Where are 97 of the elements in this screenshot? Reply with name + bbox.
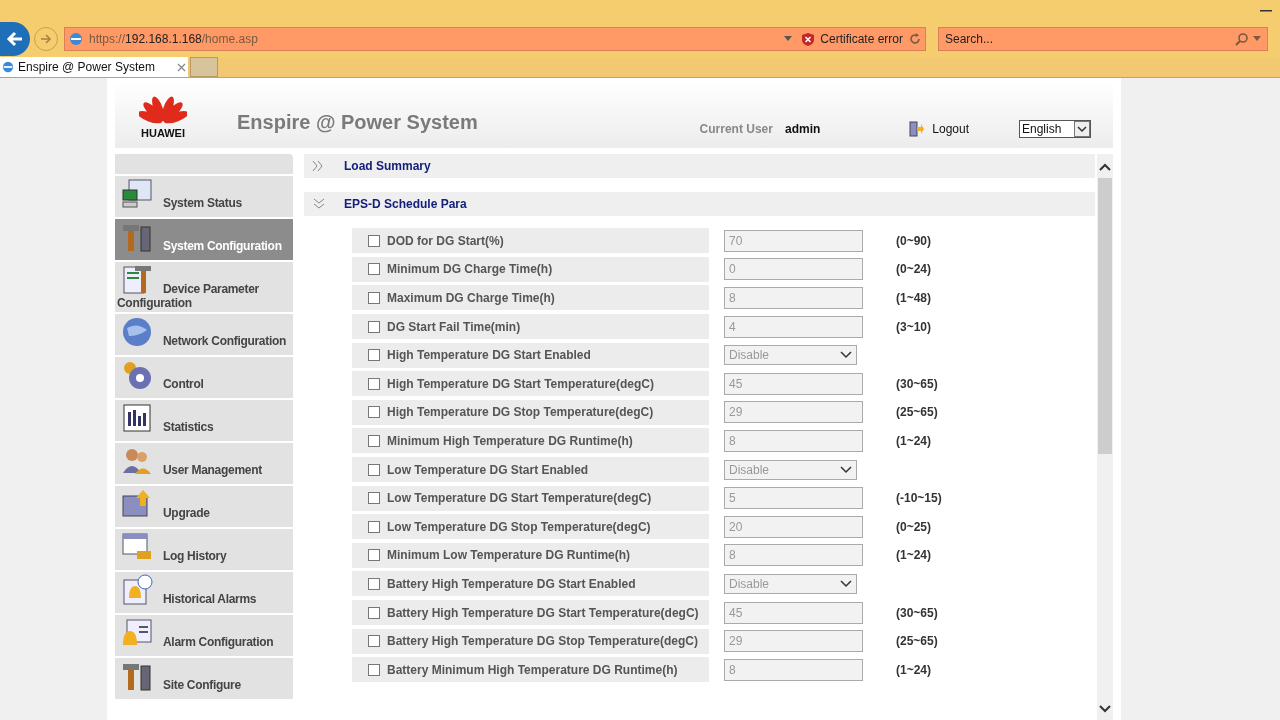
param-label: DG Start Fail Time(min) bbox=[387, 318, 521, 336]
app-title: Enspire @ Power System bbox=[237, 110, 478, 135]
dropdown-caret-icon[interactable] bbox=[784, 36, 793, 42]
current-user-label: Current User bbox=[699, 121, 773, 138]
search-field[interactable]: Search... bbox=[938, 27, 1268, 51]
sidebar-item[interactable]: Network Configuration bbox=[115, 314, 293, 355]
logo-text: HUAWEI bbox=[141, 127, 185, 139]
checkbox[interactable] bbox=[368, 377, 380, 390]
param-label: Low Temperature DG Stop Temperature(degC) bbox=[387, 518, 651, 536]
browser-tab[interactable]: Enspire @ Power System bbox=[0, 57, 188, 77]
param-label: Low Temperature DG Start Temperature(degC) bbox=[387, 490, 652, 508]
checkbox[interactable] bbox=[368, 406, 380, 419]
tab-title: Enspire @ Power System bbox=[18, 59, 156, 76]
search-icon[interactable] bbox=[1235, 32, 1249, 46]
param-range: (-10~15) bbox=[896, 490, 942, 508]
back-arrow-icon bbox=[5, 29, 25, 49]
checkbox[interactable] bbox=[368, 320, 380, 333]
param-range: (30~65) bbox=[896, 604, 938, 622]
scroll-down-icon[interactable] bbox=[1099, 704, 1111, 714]
checkbox[interactable] bbox=[368, 606, 380, 619]
param-label: Battery High Temperature DG Start Enabled bbox=[387, 575, 636, 593]
sidebar-item[interactable]: System Status bbox=[115, 176, 293, 217]
param-range: (25~65) bbox=[896, 633, 938, 651]
checkbox[interactable] bbox=[368, 549, 380, 562]
refresh-icon[interactable] bbox=[909, 33, 921, 45]
caret-icon bbox=[840, 579, 852, 588]
section-header[interactable]: EPS-D Schedule Para bbox=[304, 192, 1095, 216]
checkbox[interactable] bbox=[368, 635, 380, 648]
param-range: (0~90) bbox=[896, 232, 932, 250]
checkbox[interactable] bbox=[368, 463, 380, 476]
sidebar-item[interactable]: Device Parameter Configuration bbox=[115, 262, 293, 312]
logout-link[interactable]: Logout bbox=[932, 120, 969, 138]
bell-clock-icon bbox=[121, 574, 153, 606]
param-label: Minimum Low Temperature DG Runtime(h) bbox=[387, 547, 631, 565]
param-range: (25~65) bbox=[896, 404, 938, 422]
certificate-error-icon bbox=[802, 32, 815, 46]
sidebar-item[interactable]: Upgrade bbox=[115, 486, 293, 527]
dropdown-caret-icon bbox=[1074, 121, 1090, 137]
section-header[interactable]: Load Summary bbox=[304, 154, 1095, 178]
gear-icon bbox=[121, 359, 153, 391]
sidebar-item[interactable]: Historical Alarms bbox=[115, 572, 293, 613]
param-range: (3~10) bbox=[896, 318, 932, 336]
certificate-error-text[interactable]: Certificate error bbox=[820, 30, 903, 48]
checkbox[interactable] bbox=[368, 492, 380, 505]
chevrons-down-icon bbox=[312, 198, 326, 210]
forward-arrow-icon bbox=[39, 32, 53, 46]
sidebar-item[interactable]: Alarm Configuration bbox=[115, 615, 293, 656]
checkbox[interactable] bbox=[368, 263, 380, 276]
checkbox[interactable] bbox=[368, 292, 380, 304]
checkbox[interactable] bbox=[368, 663, 380, 676]
param-label: High Temperature DG Start Enabled bbox=[387, 347, 591, 365]
param-label: Low Temperature DG Start Enabled bbox=[387, 461, 589, 479]
back-button[interactable] bbox=[0, 22, 30, 56]
sidebar-item[interactable]: Site Configure bbox=[115, 658, 293, 699]
param-label: Maximum DG Charge Time(h) bbox=[387, 290, 555, 307]
dropdown-caret-icon[interactable] bbox=[1253, 36, 1261, 42]
sidebar-item[interactable]: Control bbox=[115, 357, 293, 398]
sidebar-item[interactable]: User Management bbox=[115, 443, 293, 484]
search-input[interactable]: Search... bbox=[945, 30, 1235, 48]
param-range: (1~24) bbox=[896, 547, 932, 565]
param-label: Battery High Temperature DG Stop Temperature(degC) bbox=[387, 633, 698, 651]
scrollbar-thumb[interactable] bbox=[1098, 178, 1112, 454]
address-text: https://192.168.1.168/home.asp bbox=[89, 31, 258, 48]
param-range: (0~25) bbox=[896, 518, 932, 536]
caret-icon bbox=[840, 351, 852, 360]
param-label: Minimum DG Charge Time(h) bbox=[387, 261, 553, 279]
param-label: High Temperature DG Stop Temperature(degC) bbox=[387, 404, 654, 422]
chart-icon bbox=[121, 402, 153, 434]
checkbox[interactable] bbox=[368, 434, 380, 447]
current-user-name: admin bbox=[784, 121, 821, 138]
param-range: (30~65) bbox=[896, 375, 938, 393]
monitor-icon bbox=[121, 178, 153, 210]
globe-icon bbox=[121, 316, 153, 348]
param-range: (1~48) bbox=[896, 290, 932, 307]
address-bar[interactable]: https://192.168.1.168/home.asp Certificate error bbox=[64, 27, 926, 51]
folder-icon bbox=[121, 488, 153, 520]
sidebar-item[interactable]: Log History bbox=[115, 529, 293, 570]
param-label: Battery Minimum High Temperature DG Runtime(h) bbox=[387, 661, 678, 679]
param-label: Minimum High Temperature DG Runtime(h) bbox=[387, 432, 633, 450]
checkbox[interactable] bbox=[368, 520, 380, 533]
door-icon bbox=[908, 121, 925, 137]
scroll-up-icon[interactable] bbox=[1099, 162, 1111, 172]
param-range: (0~24) bbox=[896, 261, 932, 279]
caret-icon bbox=[840, 465, 852, 474]
language-select[interactable]: English bbox=[1019, 120, 1091, 138]
checkbox[interactable] bbox=[368, 234, 380, 247]
param-label: High Temperature DG Start Temperature(degC) bbox=[387, 375, 654, 393]
document-icon bbox=[121, 264, 153, 296]
param-label: DOD for DG Start(%) bbox=[387, 232, 504, 250]
param-label: Battery High Temperature DG Start Temperature(degC) bbox=[387, 604, 699, 622]
close-icon[interactable] bbox=[177, 62, 186, 72]
param-range: (1~24) bbox=[896, 661, 932, 679]
scrollbar[interactable] bbox=[1097, 154, 1113, 720]
param-range: (1~24) bbox=[896, 432, 932, 450]
checkbox[interactable] bbox=[368, 349, 380, 362]
checkbox[interactable] bbox=[368, 577, 380, 590]
sidebar-item[interactable]: Statistics bbox=[115, 400, 293, 441]
